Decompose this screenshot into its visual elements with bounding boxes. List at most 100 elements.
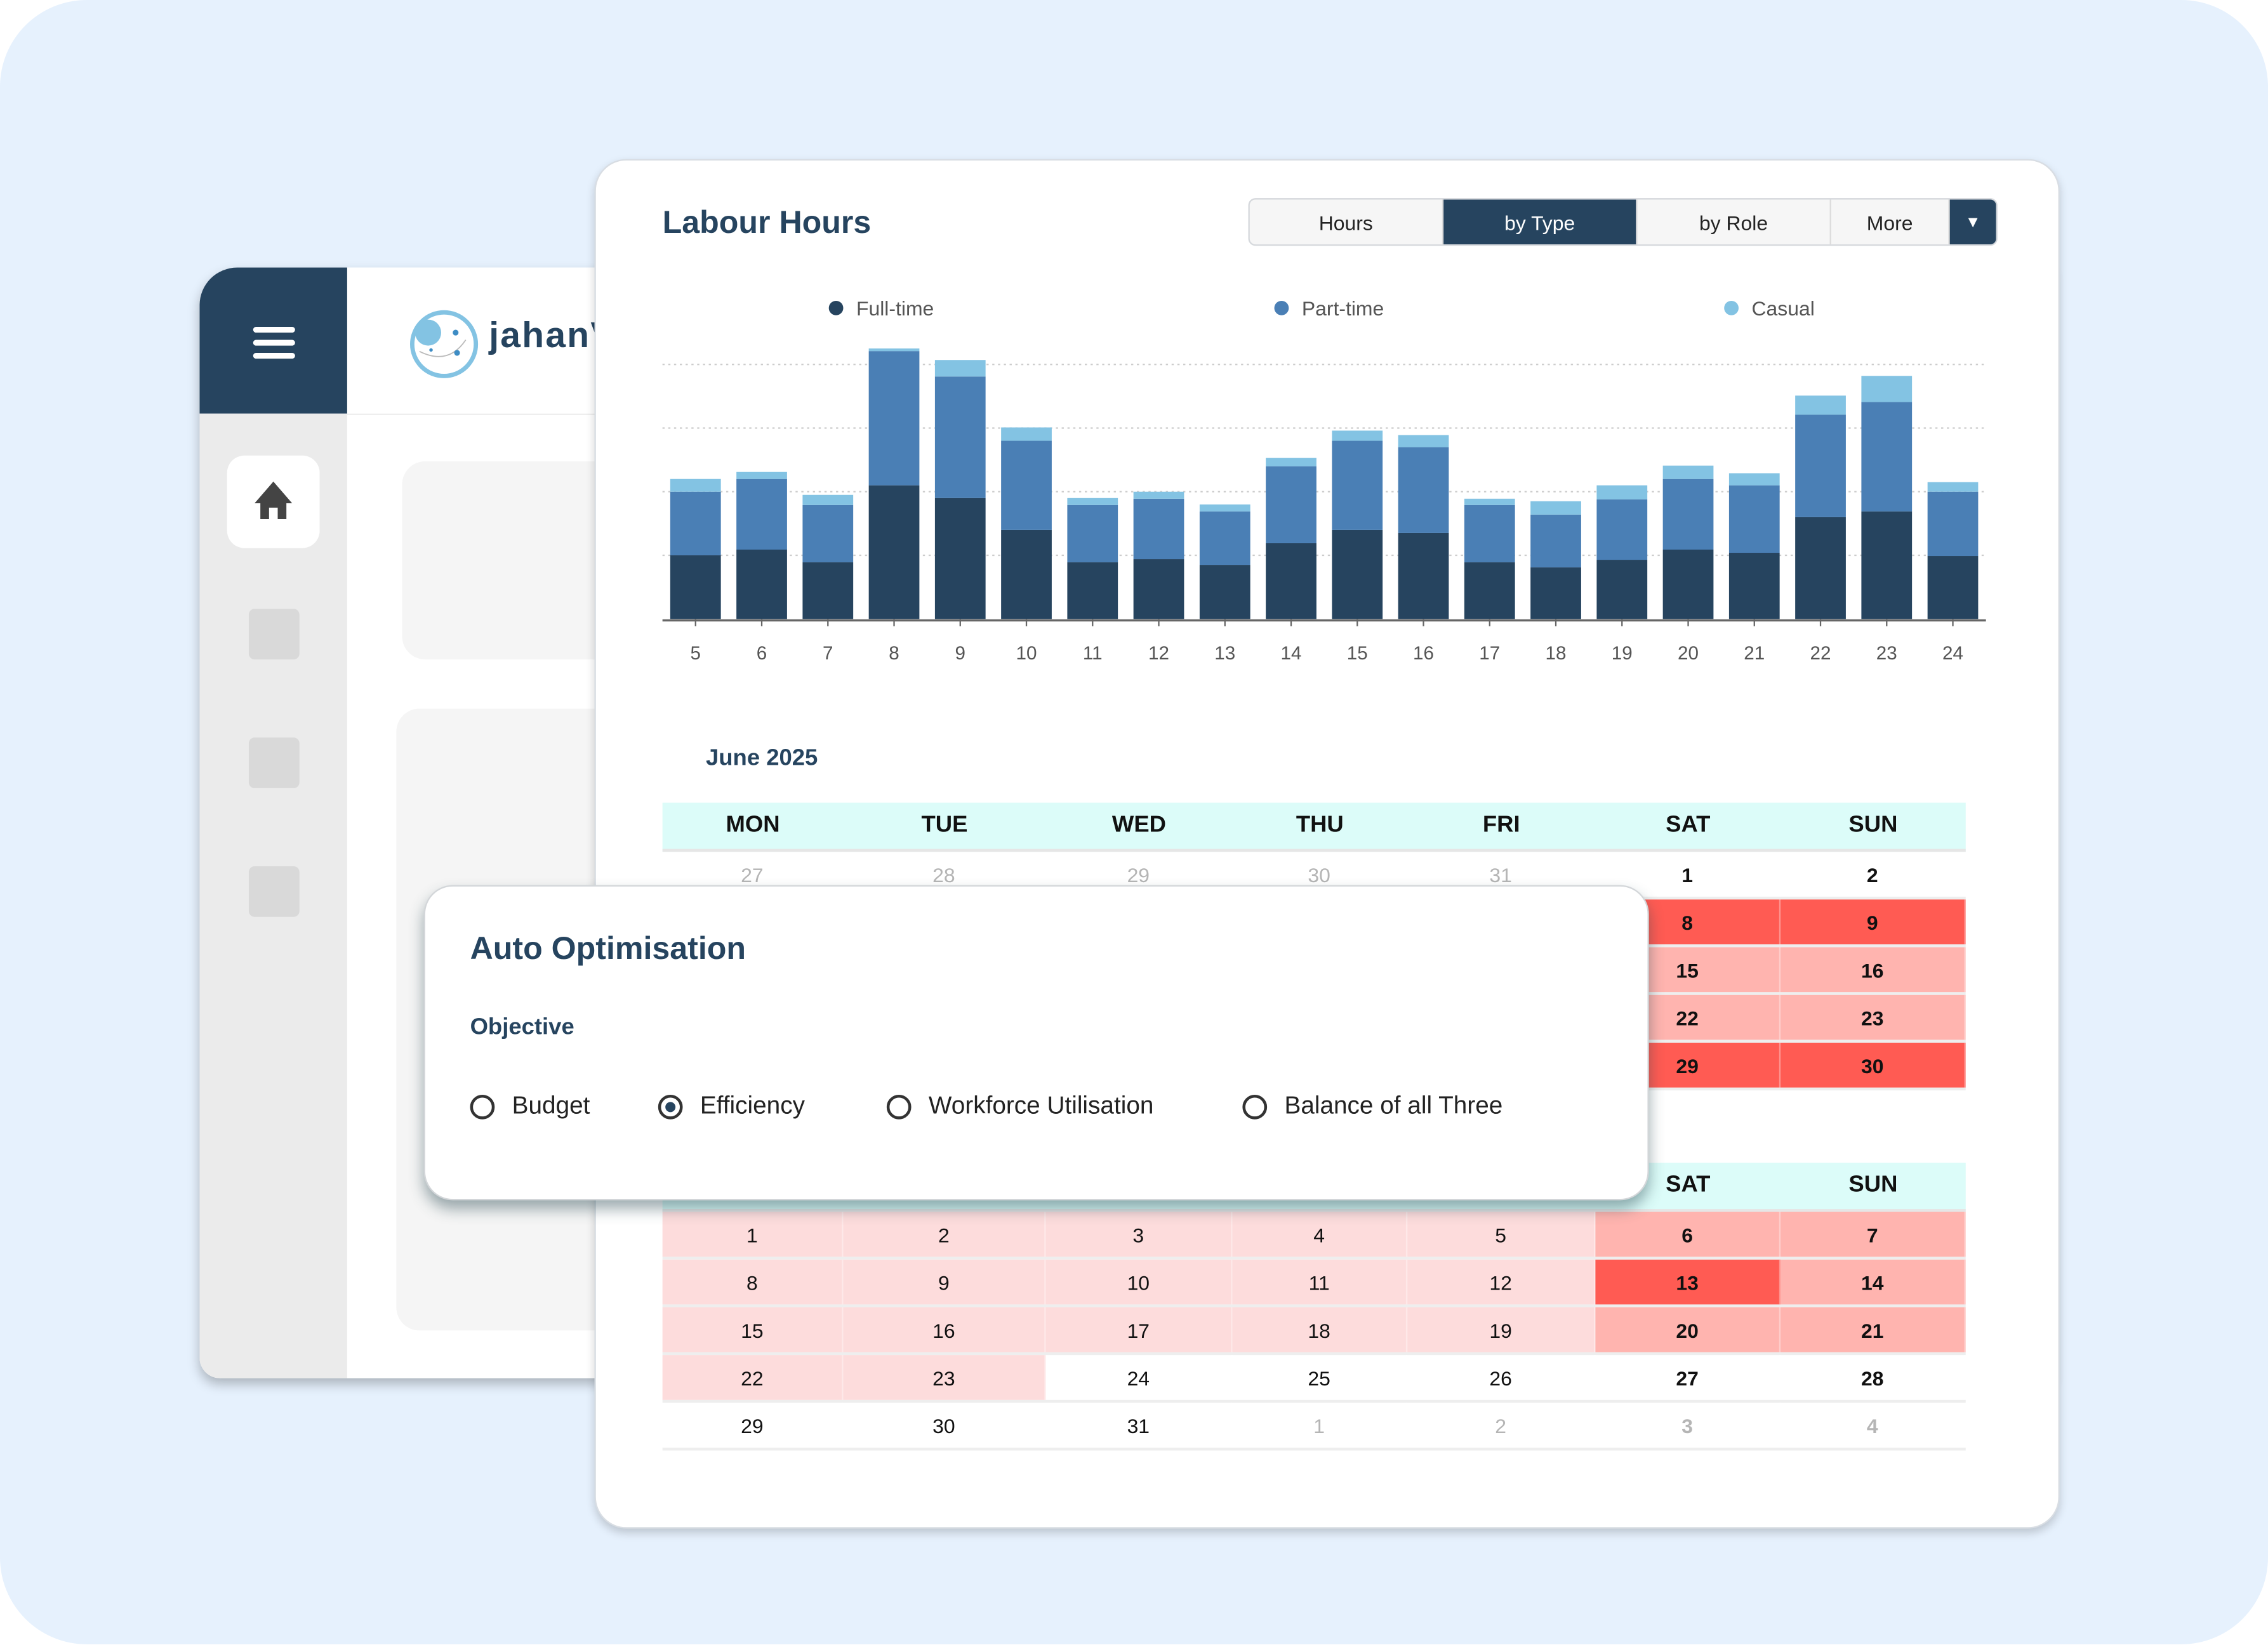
bar-casual-23 xyxy=(1861,376,1913,402)
calendar-day-cell[interactable]: 12 xyxy=(1407,1259,1596,1305)
calendar-day-cell[interactable]: 9 xyxy=(843,1259,1046,1305)
calendar-next-month: MONTUEWEDTHUFRISATSUN1234567891011121314… xyxy=(662,1163,1966,1451)
x-tick-label: 17 xyxy=(1479,643,1500,664)
calendar-day-cell[interactable]: 13 xyxy=(1595,1259,1781,1305)
calendar-day-cell[interactable]: 2 xyxy=(1407,1403,1596,1448)
x-tick-label: 24 xyxy=(1942,643,1963,664)
calendar-day-cell[interactable]: 6 xyxy=(1595,1212,1781,1257)
calendar-day-cell[interactable]: 8 xyxy=(662,1259,844,1305)
calendar-day-cell[interactable]: 26 xyxy=(1407,1355,1596,1400)
bar-part-time-6 xyxy=(736,479,787,550)
radio-budget[interactable]: Budget xyxy=(470,1092,590,1121)
sidebar-item-2[interactable] xyxy=(248,609,300,660)
calendar-weekday-header: MON TUE WED THU FRI SAT SUN xyxy=(662,802,1966,852)
calendar-day-cell[interactable]: 11 xyxy=(1232,1259,1408,1305)
calendar-day-cell[interactable]: 14 xyxy=(1781,1259,1966,1305)
calendar-day-cell[interactable]: 23 xyxy=(1781,994,1966,1040)
calendar-day-cell[interactable]: 17 xyxy=(1045,1307,1233,1352)
weekday-label: TUE xyxy=(921,812,968,838)
x-tick-label: 12 xyxy=(1148,643,1169,664)
tab-by-role[interactable]: by Role xyxy=(1637,199,1831,245)
legend-part-time: Part-time xyxy=(1274,296,1384,320)
bar-part-time-18 xyxy=(1530,514,1581,568)
sidebar xyxy=(199,413,347,1378)
calendar-day-cell[interactable]: 3 xyxy=(1045,1212,1233,1257)
bar-full-time-19 xyxy=(1596,560,1648,619)
calendar-day-cell[interactable]: 16 xyxy=(843,1307,1046,1352)
bar-casual-21 xyxy=(1728,473,1780,486)
bar-casual-22 xyxy=(1795,395,1846,415)
radio-icon[interactable] xyxy=(1242,1093,1268,1119)
legend-label: Full-time xyxy=(856,296,934,320)
card-title: Labour Hours xyxy=(662,204,872,241)
calendar-day-cell[interactable]: 2 xyxy=(843,1212,1046,1257)
radio-icon[interactable] xyxy=(470,1093,495,1119)
bar-part-time-7 xyxy=(802,505,854,563)
x-tick-label: 19 xyxy=(1612,643,1633,664)
calendar-day-cell[interactable]: 1 xyxy=(662,1212,844,1257)
calendar-day-cell[interactable]: 21 xyxy=(1781,1307,1966,1352)
calendar-day-cell[interactable]: 10 xyxy=(1045,1259,1233,1305)
bar-casual-5 xyxy=(670,479,721,492)
calendar-day-cell[interactable]: 3 xyxy=(1595,1403,1781,1448)
calendar-day-cell[interactable]: 5 xyxy=(1407,1212,1596,1257)
legend-full-time: Full-time xyxy=(828,296,934,320)
calendar-day-cell[interactable]: 2 xyxy=(1781,852,1966,897)
radio-balance-of-all-three[interactable]: Balance of all Three xyxy=(1242,1092,1502,1121)
radio-efficiency[interactable]: Efficiency xyxy=(658,1092,805,1121)
weekday-label: FRI xyxy=(1482,812,1520,838)
x-tick-label: 14 xyxy=(1281,643,1302,664)
calendar-day-cell[interactable]: 4 xyxy=(1781,1403,1966,1448)
bar-casual-11 xyxy=(1067,498,1118,505)
tab-hours[interactable]: Hours xyxy=(1250,199,1444,245)
calendar-day-cell[interactable]: 23 xyxy=(843,1355,1046,1400)
bar-casual-9 xyxy=(934,360,986,377)
tab-by-type[interactable]: by Type xyxy=(1443,199,1638,245)
sidebar-item-home[interactable] xyxy=(227,455,320,548)
bar-part-time-16 xyxy=(1398,447,1449,533)
calendar-day-cell[interactable]: 15 xyxy=(662,1307,844,1352)
x-tick-label: 21 xyxy=(1744,643,1765,664)
bar-part-time-15 xyxy=(1332,440,1383,530)
radio-workforce-utilisation[interactable]: Workforce Utilisation xyxy=(886,1092,1153,1121)
bar-casual-7 xyxy=(802,494,854,505)
bar-full-time-24 xyxy=(1927,556,1979,619)
calendar-day-cell[interactable]: 24 xyxy=(1046,1355,1233,1400)
calendar-day-cell[interactable]: 31 xyxy=(1046,1403,1233,1448)
legend-label: Part-time xyxy=(1301,296,1384,320)
caret-down-icon[interactable]: ▼ xyxy=(1949,199,1996,245)
calendar-day-cell[interactable]: 9 xyxy=(1781,899,1966,944)
radio-label: Balance of all Three xyxy=(1284,1092,1503,1120)
calendar-day-cell[interactable]: 19 xyxy=(1407,1307,1596,1352)
bar-casual-20 xyxy=(1662,465,1714,479)
weekday-label: MON xyxy=(726,812,780,838)
calendar-day-cell[interactable]: 28 xyxy=(1781,1355,1966,1400)
sidebar-item-4[interactable] xyxy=(248,866,300,917)
calendar-day-cell[interactable]: 1 xyxy=(1232,1403,1408,1448)
calendar-day-cell[interactable]: 16 xyxy=(1781,947,1966,993)
hamburger-icon[interactable] xyxy=(253,326,295,366)
radio-label: Efficiency xyxy=(700,1092,805,1120)
x-tick-label: 22 xyxy=(1810,643,1831,664)
tab-more[interactable]: More xyxy=(1831,199,1950,245)
bar-casual-13 xyxy=(1199,504,1250,512)
calendar-day-cell[interactable]: 29 xyxy=(663,1403,844,1448)
calendar-day-cell[interactable]: 4 xyxy=(1232,1212,1408,1257)
weekday-label: THU xyxy=(1296,812,1344,838)
calendar-day-cell[interactable]: 22 xyxy=(662,1355,844,1400)
x-tick-label: 11 xyxy=(1083,643,1103,664)
calendar-day-cell[interactable]: 27 xyxy=(1595,1355,1781,1400)
bar-part-time-21 xyxy=(1728,485,1780,553)
calendar-day-cell[interactable]: 30 xyxy=(1781,1042,1966,1088)
sidebar-item-3[interactable] xyxy=(248,737,300,788)
bar-casual-15 xyxy=(1332,430,1383,441)
bar-part-time-14 xyxy=(1266,466,1316,543)
radio-selected-icon[interactable] xyxy=(658,1093,683,1119)
bar-full-time-9 xyxy=(934,498,986,619)
calendar-day-cell[interactable]: 30 xyxy=(843,1403,1046,1448)
radio-icon[interactable] xyxy=(886,1093,912,1119)
calendar-day-cell[interactable]: 7 xyxy=(1781,1212,1966,1257)
calendar-day-cell[interactable]: 18 xyxy=(1232,1307,1408,1352)
calendar-day-cell[interactable]: 25 xyxy=(1232,1355,1408,1400)
calendar-day-cell[interactable]: 20 xyxy=(1595,1307,1781,1352)
